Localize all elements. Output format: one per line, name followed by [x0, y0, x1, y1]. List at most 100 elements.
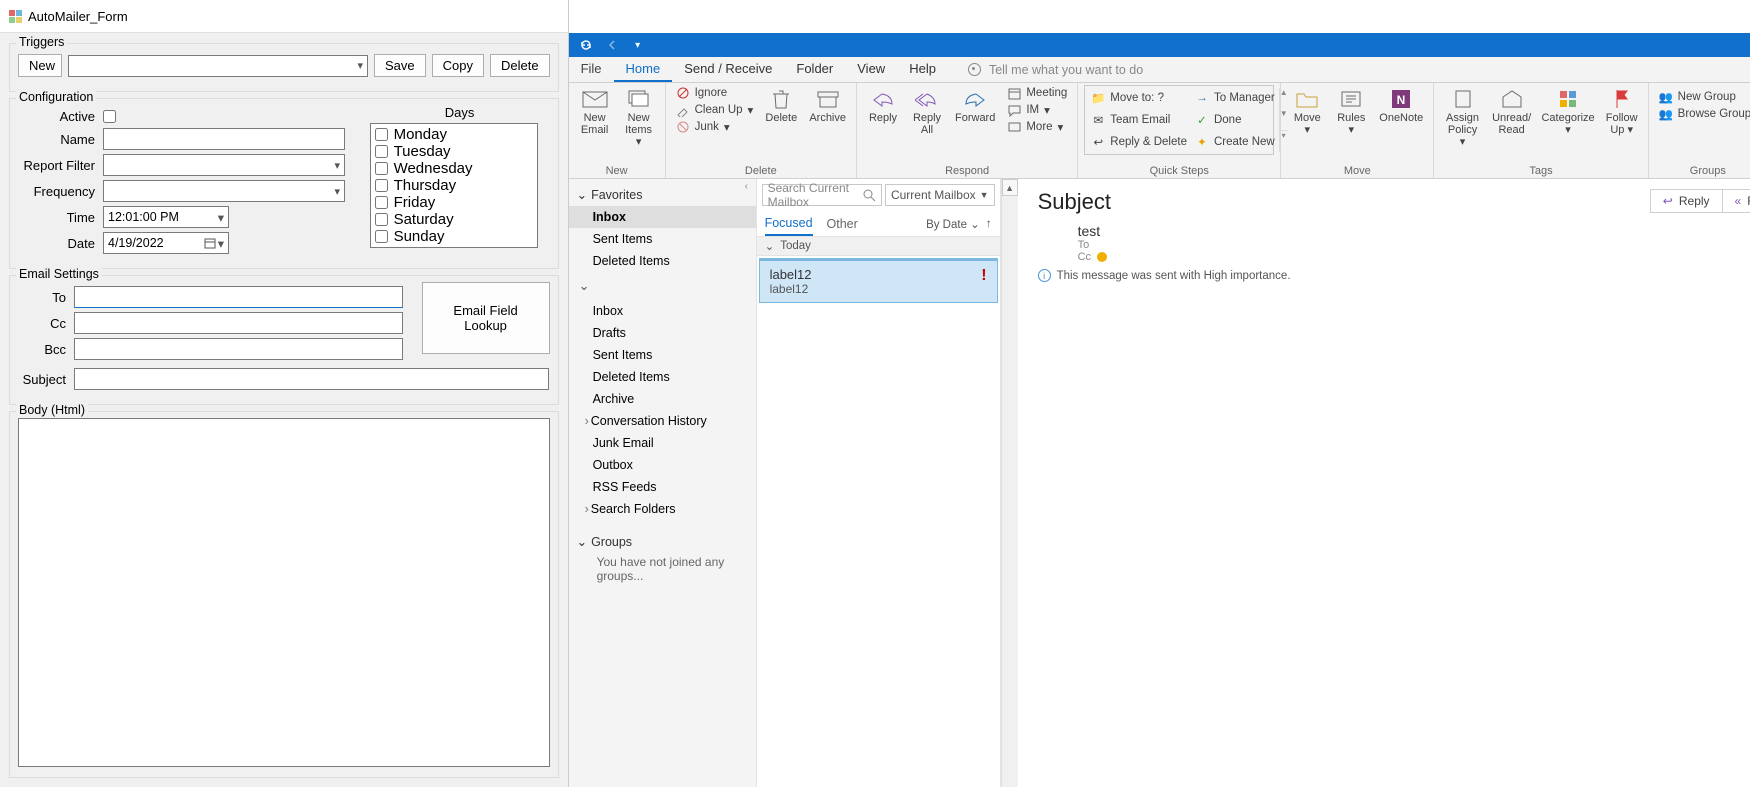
qs-createnew[interactable]: ✦Create New	[1191, 131, 1279, 152]
body-textarea[interactable]	[18, 418, 550, 767]
cc-input[interactable]	[74, 312, 403, 334]
qs-replydelete[interactable]: ↩Reply & Delete	[1087, 131, 1191, 152]
to-input[interactable]	[74, 286, 403, 308]
tab-view[interactable]: View	[845, 57, 897, 82]
chevron-down-icon: ⌄	[577, 534, 587, 549]
sendreceive-icon[interactable]	[579, 38, 593, 52]
browse-groups-button[interactable]: 👥Browse Groups	[1655, 106, 1750, 122]
delete-button[interactable]: Delete	[490, 54, 550, 77]
reply-button[interactable]: Reply	[863, 85, 903, 126]
search-scope-dropdown[interactable]: Current Mailbox▼	[885, 184, 995, 206]
tab-folder[interactable]: Folder	[784, 57, 845, 82]
new-email-button[interactable]: NewEmail	[575, 85, 615, 138]
reading-reply-button[interactable]: ↩Reply	[1650, 189, 1723, 213]
tab-other[interactable]: Other	[827, 213, 858, 235]
groups-header[interactable]: ⌄Groups	[569, 530, 756, 553]
onenote-button[interactable]: NOneNote	[1375, 85, 1427, 126]
undo-icon[interactable]	[605, 38, 619, 52]
account-toggle[interactable]: ⌄	[569, 272, 756, 300]
collapse-nav-icon[interactable]: ‹	[745, 181, 748, 192]
folder-inbox[interactable]: Inbox	[569, 300, 756, 322]
tab-sendreceive[interactable]: Send / Receive	[672, 57, 784, 82]
day-check-sunday[interactable]	[375, 230, 388, 243]
days-title: Days	[370, 105, 550, 120]
copy-button[interactable]: Copy	[432, 54, 484, 77]
day-check-monday[interactable]	[375, 128, 388, 141]
new-items-button[interactable]: NewItems ▾	[619, 85, 659, 150]
folder-junk[interactable]: Junk Email	[569, 432, 756, 454]
replyall-button[interactable]: ReplyAll	[907, 85, 947, 138]
day-check-friday[interactable]	[375, 196, 388, 209]
categorize-button[interactable]: Categorize▾	[1538, 85, 1597, 138]
more-respond-button[interactable]: More ▾	[1003, 119, 1071, 135]
cleanup-button[interactable]: Clean Up ▾	[672, 102, 758, 118]
archive-button[interactable]: Archive	[805, 85, 850, 126]
folder-convhistory[interactable]: ›Conversation History	[569, 410, 756, 432]
frequency-select[interactable]	[103, 180, 345, 202]
qs-team[interactable]: ✉Team Email	[1087, 110, 1191, 131]
save-button[interactable]: Save	[374, 54, 426, 77]
day-check-saturday[interactable]	[375, 213, 388, 226]
new-button[interactable]: New	[18, 54, 62, 77]
assign-policy-button[interactable]: AssignPolicy ▾	[1440, 85, 1485, 150]
ignore-button[interactable]: Ignore	[672, 85, 758, 101]
folder-deleted[interactable]: Deleted Items	[569, 366, 756, 388]
tab-home[interactable]: Home	[614, 57, 673, 82]
meeting-button[interactable]: Meeting	[1003, 85, 1071, 101]
tell-me[interactable]: Tell me what you want to do	[989, 63, 1143, 77]
folder-archive[interactable]: Archive	[569, 388, 756, 410]
bcc-input[interactable]	[74, 338, 403, 360]
forward-button[interactable]: Forward	[951, 85, 999, 126]
junk-button[interactable]: Junk ▾	[672, 119, 758, 135]
move-button[interactable]: Move▾	[1287, 85, 1327, 138]
section-today[interactable]: ⌄Today	[757, 237, 1000, 256]
fav-sent[interactable]: Sent Items	[569, 228, 756, 250]
scroll-up-icon[interactable]: ▲	[1002, 179, 1018, 196]
time-picker[interactable]: 12:01:00 PM▾	[103, 206, 229, 228]
time-dropdown-icon[interactable]: ▾	[218, 210, 224, 225]
favorites-header[interactable]: ⌄Favorites	[569, 183, 756, 206]
tab-focused[interactable]: Focused	[765, 212, 813, 236]
rules-button[interactable]: Rules▾	[1331, 85, 1371, 138]
im-button[interactable]: IM ▾	[1003, 102, 1071, 118]
fav-inbox[interactable]: Inbox	[569, 206, 756, 228]
message-item[interactable]: label12 label12 !	[759, 258, 998, 303]
unread-button[interactable]: Unread/Read	[1489, 85, 1535, 138]
day-check-wednesday[interactable]	[375, 162, 388, 175]
qs-tomanager[interactable]: →To Manager	[1191, 88, 1279, 109]
new-group-button[interactable]: 👥New Group	[1655, 89, 1750, 105]
broom-icon	[676, 103, 690, 117]
name-input[interactable]	[103, 128, 345, 150]
sort-arrow-icon[interactable]: ↑	[986, 218, 992, 230]
folder-rss[interactable]: RSS Feeds	[569, 476, 756, 498]
date-picker[interactable]: 4/19/2022▾	[103, 232, 229, 254]
followup-button[interactable]: FollowUp ▾	[1602, 85, 1642, 138]
subject-input[interactable]	[74, 368, 549, 390]
bydate-dropdown[interactable]: By Date ⌄	[926, 217, 980, 231]
folder-search[interactable]: ›Search Folders	[569, 498, 756, 520]
tab-help[interactable]: Help	[897, 57, 948, 82]
fav-deleted[interactable]: Deleted Items	[569, 250, 756, 272]
active-checkbox[interactable]	[103, 110, 116, 123]
search-mailbox-input[interactable]: Search Current Mailbox	[762, 184, 882, 206]
trigger-select[interactable]	[68, 55, 368, 77]
reportfilter-select[interactable]	[103, 154, 345, 176]
delete-mail-button[interactable]: Delete	[761, 85, 801, 126]
day-check-tuesday[interactable]	[375, 145, 388, 158]
tab-file[interactable]: File	[569, 57, 614, 82]
folder-sent[interactable]: Sent Items	[569, 344, 756, 366]
reading-replyall-button[interactable]: «Reply All	[1723, 189, 1750, 213]
qs-done[interactable]: ✓Done	[1191, 110, 1279, 131]
list-scrollbar[interactable]: ▲	[1001, 179, 1018, 787]
date-dropdown-icon[interactable]: ▾	[204, 236, 224, 251]
quicksteps-gallery[interactable]: 📁Move to: ? ✉Team Email ↩Reply & Delete …	[1084, 85, 1274, 155]
qs-moveto[interactable]: 📁Move to: ?	[1087, 88, 1191, 109]
folder-drafts[interactable]: Drafts	[569, 322, 756, 344]
email-lookup-button[interactable]: Email Field Lookup	[422, 282, 550, 354]
more-icon	[1007, 120, 1021, 134]
day-check-thursday[interactable]	[375, 179, 388, 192]
folder-outbox[interactable]: Outbox	[569, 454, 756, 476]
qat-customize-icon[interactable]: ▾	[631, 38, 645, 52]
subject-label: Subject	[18, 372, 74, 387]
name-label: Name	[18, 132, 103, 147]
